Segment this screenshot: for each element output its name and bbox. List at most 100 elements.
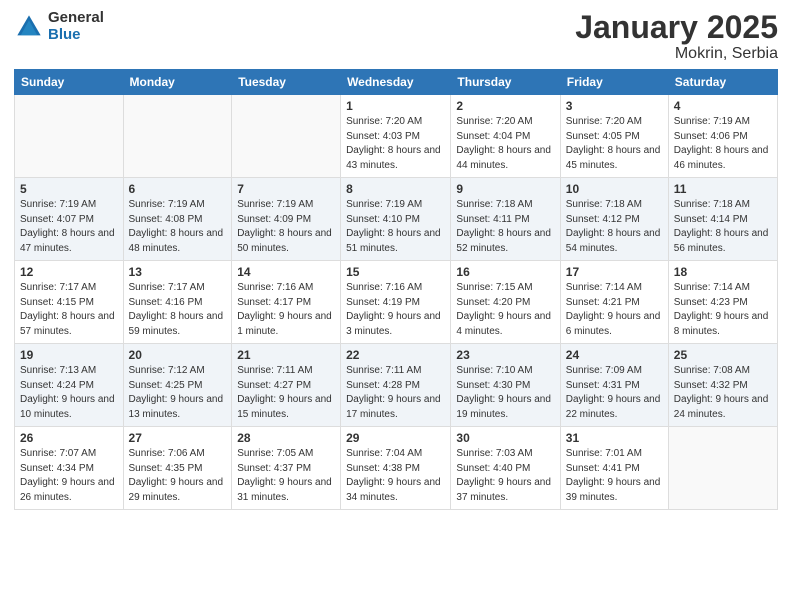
logo: General Blue — [14, 10, 104, 43]
day-number: 13 — [129, 265, 227, 279]
day-number: 19 — [20, 348, 118, 362]
day-info: Sunrise: 7:17 AM Sunset: 4:15 PM Dayligh… — [20, 281, 118, 339]
calendar-cell: 26 Sunrise: 7:07 AM Sunset: 4:34 PM Dayli… — [15, 427, 124, 510]
page-subtitle: Mokrin, Serbia — [575, 45, 778, 63]
logo-icon — [14, 12, 44, 42]
day-number: 9 — [456, 182, 554, 196]
day-number: 29 — [346, 431, 445, 445]
day-number: 28 — [237, 431, 335, 445]
calendar-cell: 9 Sunrise: 7:18 AM Sunset: 4:11 PM Daylig… — [451, 178, 560, 261]
calendar-cell: 24Sunrise: 7:09 AM Sunset: 4:31 PM Dayli… — [560, 344, 668, 427]
header-row: SundayMondayTuesdayWednesdayThursdayFrid… — [15, 70, 778, 95]
calendar-cell: 16Sunrise: 7:15 AM Sunset: 4:20 PM Dayli… — [451, 261, 560, 344]
day-number: 25 — [674, 348, 772, 362]
calendar-cell: 2Sunrise: 7:20 AM Sunset: 4:04 PM Daylig… — [451, 95, 560, 178]
day-info: Sunrise: 7:20 AM Sunset: 4:03 PM Dayligh… — [346, 115, 445, 173]
day-number: 10 — [566, 182, 663, 196]
calendar-cell: 15 Sunrise: 7:16 AM Sunset: 4:19 PM Dayli… — [341, 261, 451, 344]
calendar-cell: 10 Sunrise: 7:18 AM Sunset: 4:12 PM Dayli… — [560, 178, 668, 261]
header: General Blue January 2025 Mokrin, Serbia — [14, 10, 778, 63]
day-number: 6 — [129, 182, 227, 196]
calendar-cell: 8Sunrise: 7:19 AM Sunset: 4:10 PM Daylig… — [341, 178, 451, 261]
day-info: Sunrise: 7:17 AM Sunset: 4:16 PM Dayligh… — [129, 281, 227, 339]
calendar-cell: 30 Sunrise: 7:03 AM Sunset: 4:40 PM Dayli… — [451, 427, 560, 510]
day-info: Sunrise: 7:18 AM Sunset: 4:11 PM Dayligh… — [456, 198, 554, 256]
calendar-cell: 27 Sunrise: 7:06 AM Sunset: 4:35 PM Dayli… — [123, 427, 232, 510]
day-info: Sunrise: 7:18 AM Sunset: 4:14 PM Dayligh… — [674, 198, 772, 256]
calendar-cell: 4Sunrise: 7:19 AM Sunset: 4:06 PM Daylig… — [668, 95, 777, 178]
day-number: 7 — [237, 182, 335, 196]
day-info: Sunrise: 7:06 AM Sunset: 4:35 PM Dayligh… — [129, 447, 227, 505]
header-cell-saturday: Saturday — [668, 70, 777, 95]
calendar-cell: 5Sunrise: 7:19 AM Sunset: 4:07 PM Daylig… — [15, 178, 124, 261]
calendar-table: SundayMondayTuesdayWednesdayThursdayFrid… — [14, 69, 778, 510]
day-info: Sunrise: 7:16 AM Sunset: 4:17 PM Dayligh… — [237, 281, 335, 339]
header-cell-tuesday: Tuesday — [232, 70, 341, 95]
calendar-body: 1Sunrise: 7:20 AM Sunset: 4:03 PM Daylig… — [15, 95, 778, 510]
calendar-cell: 6 Sunrise: 7:19 AM Sunset: 4:08 PM Daylig… — [123, 178, 232, 261]
day-info: Sunrise: 7:07 AM Sunset: 4:34 PM Dayligh… — [20, 447, 118, 505]
day-number: 11 — [674, 182, 772, 196]
calendar-week-5: 26 Sunrise: 7:07 AM Sunset: 4:34 PM Dayli… — [15, 427, 778, 510]
calendar-cell: 31 Sunrise: 7:01 AM Sunset: 4:41 PM Dayli… — [560, 427, 668, 510]
calendar-cell: 28Sunrise: 7:05 AM Sunset: 4:37 PM Dayli… — [232, 427, 341, 510]
day-info: Sunrise: 7:16 AM Sunset: 4:19 PM Dayligh… — [346, 281, 445, 339]
day-info: Sunrise: 7:14 AM Sunset: 4:23 PM Dayligh… — [674, 281, 772, 339]
day-info: Sunrise: 7:18 AM Sunset: 4:12 PM Dayligh… — [566, 198, 663, 256]
day-info: Sunrise: 7:14 AM Sunset: 4:21 PM Dayligh… — [566, 281, 663, 339]
calendar-cell — [123, 95, 232, 178]
calendar-cell: 29 Sunrise: 7:04 AM Sunset: 4:38 PM Dayli… — [341, 427, 451, 510]
day-info: Sunrise: 7:12 AM Sunset: 4:25 PM Dayligh… — [129, 364, 227, 422]
logo-blue: Blue — [48, 27, 104, 44]
header-cell-wednesday: Wednesday — [341, 70, 451, 95]
day-number: 4 — [674, 99, 772, 113]
calendar-cell: 18Sunrise: 7:14 AM Sunset: 4:23 PM Dayli… — [668, 261, 777, 344]
day-number: 26 — [20, 431, 118, 445]
page-container: General Blue January 2025 Mokrin, Serbia… — [0, 0, 792, 520]
day-info: Sunrise: 7:19 AM Sunset: 4:10 PM Dayligh… — [346, 198, 445, 256]
calendar-week-4: 19 Sunrise: 7:13 AM Sunset: 4:24 PM Dayli… — [15, 344, 778, 427]
day-number: 30 — [456, 431, 554, 445]
day-number: 16 — [456, 265, 554, 279]
calendar-cell: 1Sunrise: 7:20 AM Sunset: 4:03 PM Daylig… — [341, 95, 451, 178]
calendar-cell: 3 Sunrise: 7:20 AM Sunset: 4:05 PM Daylig… — [560, 95, 668, 178]
day-info: Sunrise: 7:11 AM Sunset: 4:27 PM Dayligh… — [237, 364, 335, 422]
calendar-cell: 22Sunrise: 7:11 AM Sunset: 4:28 PM Dayli… — [341, 344, 451, 427]
day-info: Sunrise: 7:03 AM Sunset: 4:40 PM Dayligh… — [456, 447, 554, 505]
day-number: 3 — [566, 99, 663, 113]
calendar-cell: 14Sunrise: 7:16 AM Sunset: 4:17 PM Dayli… — [232, 261, 341, 344]
calendar-cell — [668, 427, 777, 510]
day-info: Sunrise: 7:13 AM Sunset: 4:24 PM Dayligh… — [20, 364, 118, 422]
day-info: Sunrise: 7:01 AM Sunset: 4:41 PM Dayligh… — [566, 447, 663, 505]
day-number: 17 — [566, 265, 663, 279]
day-number: 2 — [456, 99, 554, 113]
calendar-cell: 25 Sunrise: 7:08 AM Sunset: 4:32 PM Dayli… — [668, 344, 777, 427]
calendar-cell: 11 Sunrise: 7:18 AM Sunset: 4:14 PM Dayli… — [668, 178, 777, 261]
calendar-cell: 19 Sunrise: 7:13 AM Sunset: 4:24 PM Dayli… — [15, 344, 124, 427]
day-info: Sunrise: 7:20 AM Sunset: 4:05 PM Dayligh… — [566, 115, 663, 173]
calendar-cell — [232, 95, 341, 178]
calendar-cell: 23Sunrise: 7:10 AM Sunset: 4:30 PM Dayli… — [451, 344, 560, 427]
logo-general: General — [48, 10, 104, 27]
day-info: Sunrise: 7:10 AM Sunset: 4:30 PM Dayligh… — [456, 364, 554, 422]
calendar-cell — [15, 95, 124, 178]
day-info: Sunrise: 7:08 AM Sunset: 4:32 PM Dayligh… — [674, 364, 772, 422]
calendar-week-3: 12 Sunrise: 7:17 AM Sunset: 4:15 PM Dayli… — [15, 261, 778, 344]
day-number: 21 — [237, 348, 335, 362]
day-number: 12 — [20, 265, 118, 279]
header-cell-thursday: Thursday — [451, 70, 560, 95]
title-block: January 2025 Mokrin, Serbia — [575, 10, 778, 63]
day-info: Sunrise: 7:04 AM Sunset: 4:38 PM Dayligh… — [346, 447, 445, 505]
day-number: 31 — [566, 431, 663, 445]
day-number: 27 — [129, 431, 227, 445]
calendar-cell: 12 Sunrise: 7:17 AM Sunset: 4:15 PM Dayli… — [15, 261, 124, 344]
day-info: Sunrise: 7:11 AM Sunset: 4:28 PM Dayligh… — [346, 364, 445, 422]
day-info: Sunrise: 7:19 AM Sunset: 4:08 PM Dayligh… — [129, 198, 227, 256]
calendar-cell: 7Sunrise: 7:19 AM Sunset: 4:09 PM Daylig… — [232, 178, 341, 261]
header-cell-friday: Friday — [560, 70, 668, 95]
day-number: 5 — [20, 182, 118, 196]
day-number: 15 — [346, 265, 445, 279]
calendar-cell: 20Sunrise: 7:12 AM Sunset: 4:25 PM Dayli… — [123, 344, 232, 427]
logo-text: General Blue — [48, 10, 104, 43]
day-info: Sunrise: 7:09 AM Sunset: 4:31 PM Dayligh… — [566, 364, 663, 422]
